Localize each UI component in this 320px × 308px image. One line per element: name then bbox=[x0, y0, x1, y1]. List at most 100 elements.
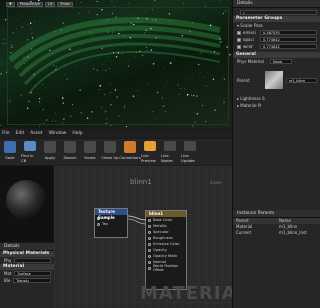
toolbar-label: Live Update bbox=[181, 153, 195, 163]
preview-sphere bbox=[6, 180, 46, 220]
menu-help[interactable]: Help bbox=[72, 130, 82, 138]
toolbar-label: Clean Up bbox=[101, 155, 119, 160]
toolbar-button[interactable]: Save bbox=[1, 141, 19, 163]
menu-bar: File Edit Asset Window Help bbox=[0, 130, 232, 138]
material-preview[interactable] bbox=[0, 166, 54, 242]
texture-sample-node[interactable]: Texture Sample UVs Tex bbox=[94, 208, 128, 238]
phys-material-row: Phys Material None bbox=[233, 58, 320, 65]
physical-materials-header[interactable]: Physical Materials bbox=[0, 251, 54, 257]
lit-button[interactable]: Lit bbox=[44, 2, 56, 7]
lightmass-row[interactable]: ▸ Lightmass S bbox=[233, 95, 320, 102]
scalar-group-row[interactable]: ▾ Scalar Para bbox=[233, 22, 320, 29]
toolbar-icon bbox=[44, 141, 56, 153]
toolbar-icon bbox=[104, 141, 116, 153]
instance-parents-panel: Instance Parents Parent Name Material m1_b… bbox=[232, 210, 320, 308]
graph-title: blinn1 bbox=[130, 178, 152, 186]
toolbar-icon bbox=[84, 141, 96, 153]
toolbar-icon bbox=[64, 141, 76, 153]
perspective-button[interactable]: Perspective bbox=[16, 2, 43, 7]
toolbar: Save Find in CB Apply Search Home Clean Up Con… bbox=[0, 139, 232, 165]
menu-edit[interactable]: Edit bbox=[16, 130, 25, 138]
star bbox=[2, 42, 4, 45]
toolbar-icon bbox=[24, 141, 36, 151]
emissive-checkbox[interactable] bbox=[237, 30, 241, 35]
scalar-row[interactable]: emissi 0.587535 bbox=[233, 29, 320, 36]
toolbar-icon bbox=[144, 141, 156, 151]
toolbar-button[interactable]: Connectors bbox=[119, 141, 141, 163]
material-domain-row: Mat Surface bbox=[0, 270, 54, 277]
toolbar-label: Live Preview bbox=[141, 153, 156, 163]
star bbox=[183, 2, 185, 4]
phys-dropdown[interactable] bbox=[14, 258, 51, 263]
parent-row: Parent m1_blinn bbox=[233, 65, 320, 95]
scalar-row[interactable]: wind 0.774642 bbox=[233, 43, 320, 50]
toolbar-button[interactable]: Apply bbox=[41, 141, 59, 163]
emissive-value-input[interactable]: 0.587535 bbox=[260, 30, 317, 35]
menu-file[interactable]: File bbox=[2, 130, 10, 138]
node-wires bbox=[127, 215, 147, 225]
search-icon: ⌕ bbox=[243, 10, 245, 15]
opacity-value-input[interactable]: 0.774642 bbox=[260, 37, 317, 42]
toolbar-button[interactable]: Live Nodes bbox=[161, 141, 179, 163]
properties-tab[interactable]: Details bbox=[0, 243, 54, 251]
toolbar-button[interactable]: Live Update bbox=[181, 141, 199, 163]
node-pin[interactable]: World Position Offset bbox=[146, 264, 186, 272]
material-row[interactable]: ▸ Material Pr bbox=[233, 102, 320, 109]
show-button[interactable]: Show bbox=[57, 2, 73, 7]
blend-mode-dropdown[interactable]: Translu bbox=[13, 278, 51, 283]
star bbox=[125, 126, 128, 128]
star bbox=[226, 125, 228, 127]
toolbar-button[interactable]: Search bbox=[61, 141, 79, 163]
blend-mode-row: Ble Translu bbox=[0, 277, 54, 284]
opacity-checkbox[interactable] bbox=[237, 37, 241, 42]
phys-material-dropdown[interactable]: None bbox=[270, 59, 292, 64]
toolbar-icon bbox=[184, 141, 196, 151]
star bbox=[220, 0, 221, 1]
wind-checkbox[interactable] bbox=[237, 44, 241, 49]
star bbox=[0, 73, 2, 75]
star bbox=[2, 31, 4, 32]
toolbar-icon bbox=[124, 141, 136, 153]
instance-parents-tab[interactable]: Instance Parents bbox=[233, 210, 320, 218]
toolbar-label: Connectors bbox=[119, 155, 141, 160]
star bbox=[4, 43, 5, 44]
table-row[interactable]: Current m1_blinn_Inst bbox=[233, 230, 320, 236]
details-tab[interactable]: Details bbox=[233, 0, 320, 8]
toolbar-label: Home bbox=[84, 155, 96, 160]
phys-row: Phy bbox=[0, 257, 54, 264]
material-output-node[interactable]: blinn1 Base Color Metallic Specular Roughne… bbox=[145, 210, 187, 290]
toolbar-button[interactable]: Find in CB bbox=[21, 141, 39, 163]
wind-value-input[interactable]: 0.774642 bbox=[260, 44, 317, 49]
toolbar-label: Save bbox=[5, 155, 15, 160]
star bbox=[39, 125, 40, 127]
star bbox=[191, 125, 193, 127]
chevron-right-icon: ▸ bbox=[237, 103, 240, 108]
properties-panel: Details Physical Materials Phy Material … bbox=[0, 243, 54, 308]
star bbox=[38, 0, 40, 2]
star bbox=[0, 124, 2, 126]
viewport-menu-button[interactable]: ▼ bbox=[6, 2, 15, 7]
toolbar-label: Apply bbox=[44, 155, 56, 160]
scalar-row[interactable]: opaci 0.774642 bbox=[233, 36, 320, 43]
menu-window[interactable]: Window bbox=[49, 130, 67, 138]
toolbar-label: Find in CB bbox=[21, 153, 34, 163]
details-panel: Details ⌕ Parameter Groups ▾ Scalar Para… bbox=[232, 0, 320, 210]
toolbar-button[interactable]: Clean Up bbox=[101, 141, 119, 163]
viewport-toolbar: ▼ Perspective Lit Show bbox=[6, 2, 136, 8]
zoom-label: Zoom bbox=[210, 180, 222, 185]
viewport-frame bbox=[7, 7, 229, 125]
star bbox=[154, 0, 156, 1]
material-domain-dropdown[interactable]: Surface bbox=[14, 271, 51, 276]
star bbox=[226, 0, 228, 1]
chevron-down-icon: ▾ bbox=[237, 23, 240, 28]
star bbox=[229, 53, 231, 56]
menu-asset[interactable]: Asset bbox=[30, 130, 42, 138]
parent-dropdown[interactable]: m1_blinn bbox=[286, 77, 317, 83]
parent-thumbnail[interactable] bbox=[265, 71, 283, 89]
star bbox=[3, 39, 6, 41]
chevron-right-icon: ▸ bbox=[237, 96, 240, 101]
toolbar-button[interactable]: Home bbox=[81, 141, 99, 163]
node-pin[interactable]: Tex bbox=[95, 221, 127, 227]
details-search-input[interactable]: ⌕ bbox=[240, 9, 317, 15]
toolbar-button[interactable]: Live Preview bbox=[141, 141, 159, 163]
